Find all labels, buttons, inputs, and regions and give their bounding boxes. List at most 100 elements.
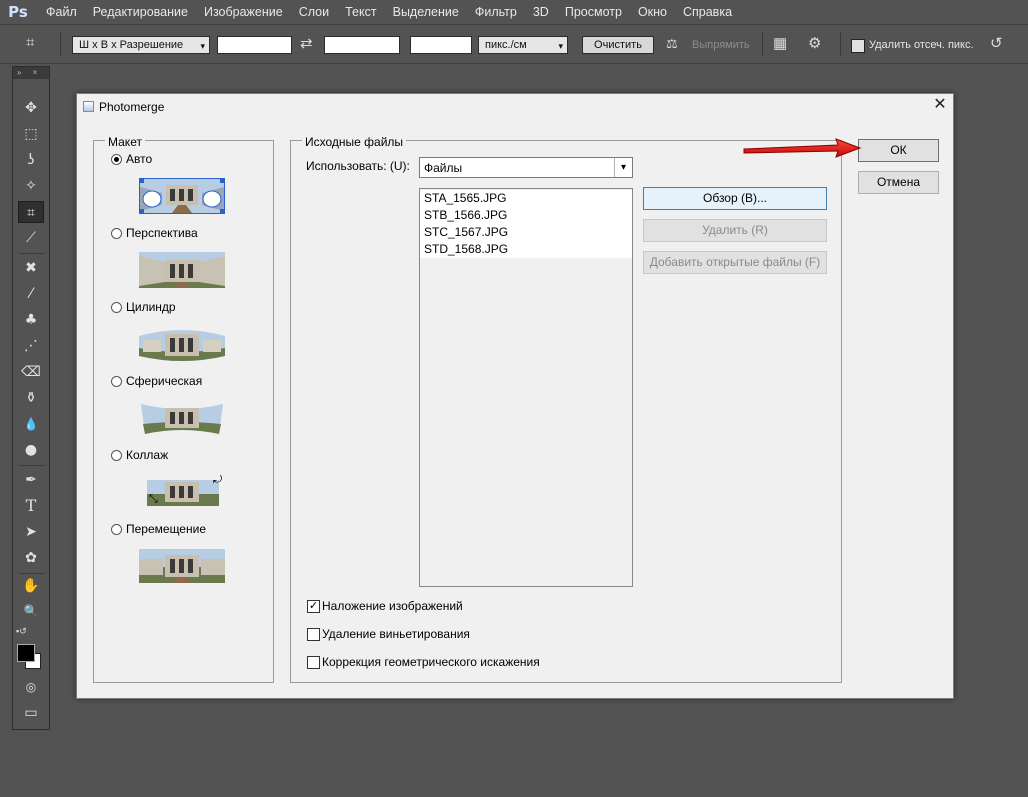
chevron-down-icon: ▾ <box>558 41 563 51</box>
custom-shape-icon[interactable]: ✿ <box>18 547 44 569</box>
delete-cropped-label: Удалить отсеч. пикс. <box>869 39 974 51</box>
blur-tool-icon[interactable]: 💧 <box>18 413 44 435</box>
layout-preview-perspective <box>139 252 225 288</box>
clear-button[interactable]: Очистить <box>582 36 654 54</box>
history-brush-icon[interactable]: ⋰ <box>18 335 44 357</box>
close-icon[interactable]: ✕ <box>932 97 948 113</box>
blend-images-checkbox[interactable]: ✓ <box>307 600 320 613</box>
annotation-arrow <box>743 138 862 158</box>
layout-radio-auto[interactable] <box>111 154 122 165</box>
menu-view[interactable]: Просмотр <box>557 0 630 24</box>
type-tool-icon[interactable]: T <box>18 495 44 517</box>
menu-edit[interactable]: Редактирование <box>85 0 196 24</box>
menu-3d[interactable]: 3D <box>525 0 557 24</box>
tools-panel-header[interactable]: » × <box>13 67 49 79</box>
layout-radio-collage[interactable] <box>111 450 122 461</box>
distortion-correction-label[interactable]: Коррекция геометрического искажения <box>322 655 540 669</box>
options-bar: ⌗ Ш x В x Разрешение ▾ ⇄ пикс./см ▾ Очис… <box>0 24 1028 64</box>
pen-tool-icon[interactable]: ✒ <box>18 469 44 491</box>
ok-button[interactable]: ОК <box>858 139 939 162</box>
vignette-removal-checkbox[interactable] <box>307 628 320 641</box>
chevron-down-icon[interactable]: ▾ <box>614 158 632 177</box>
layout-label-perspective[interactable]: Перспектива <box>126 226 198 240</box>
panorama-preview-image <box>140 179 224 213</box>
clone-stamp-icon[interactable]: ♣ <box>18 309 44 331</box>
quick-mask-icon[interactable]: ◎ <box>18 676 44 698</box>
layout-label-auto[interactable]: Авто <box>126 152 152 166</box>
browse-button[interactable]: Обзор (В)... <box>643 187 827 210</box>
eraser-tool-icon[interactable]: ⌫ <box>18 361 44 383</box>
straighten-button: Выпрямить <box>692 39 750 51</box>
crop-tool-icon[interactable]: ⌗ <box>18 201 44 223</box>
zoom-tool-icon[interactable]: 🔍 <box>18 600 44 622</box>
crop-width-input[interactable] <box>217 36 292 54</box>
menu-layers[interactable]: Слои <box>291 0 337 24</box>
tools-panel: » × ✥ ⬚ ʖ ✧ ⌗ ⟋ ✖ ⁄ ♣ ⋰ ⌫ ⚱ 💧 ● ✒ T ➤ ✿ … <box>12 66 50 730</box>
list-item[interactable]: STB_1566.JPG <box>420 207 632 224</box>
menu-file[interactable]: Файл <box>36 0 85 24</box>
cancel-button[interactable]: Отмена <box>858 171 939 194</box>
layout-preview-reposition <box>139 549 225 583</box>
layout-radio-reposition[interactable] <box>111 524 122 535</box>
layout-radio-cylinder[interactable] <box>111 302 122 313</box>
menu-select[interactable]: Выделение <box>385 0 467 24</box>
default-colors-icon[interactable]: ▪↺ <box>16 626 27 637</box>
menu-window[interactable]: Окно <box>630 0 675 24</box>
layout-preview-cylinder <box>139 326 225 362</box>
grid-overlay-icon[interactable]: ▦ <box>773 35 787 53</box>
panorama-preview-image <box>141 404 223 434</box>
brush-tool-icon[interactable]: ⁄ <box>18 283 44 305</box>
menu-filter[interactable]: Фильтр <box>467 0 525 24</box>
menu-image[interactable]: Изображение <box>196 0 291 24</box>
screen-mode-icon[interactable]: ▭ <box>18 702 44 724</box>
crop-height-input[interactable] <box>324 36 400 54</box>
list-item[interactable]: STC_1567.JPG <box>420 224 632 241</box>
use-select[interactable]: Файлы ▾ <box>419 157 633 178</box>
panorama-preview-image <box>139 330 225 361</box>
resolution-unit-select[interactable]: пикс./см ▾ <box>478 36 568 54</box>
crop-resolution-input[interactable] <box>410 36 472 54</box>
lasso-tool-icon[interactable]: ʖ <box>18 149 44 171</box>
crop-tool-icon[interactable]: ⌗ <box>26 34 34 52</box>
layout-preview-spherical <box>139 400 225 436</box>
layout-label-reposition[interactable]: Перемещение <box>126 522 206 536</box>
rotate-icon: ⤾ <box>213 474 223 486</box>
straighten-icon: ⚖ <box>666 36 678 51</box>
vignette-removal-label[interactable]: Удаление виньетирования <box>322 627 470 641</box>
source-files-list[interactable]: STA_1565.JPG STB_1566.JPG STC_1567.JPG S… <box>419 188 633 587</box>
magic-wand-icon[interactable]: ✧ <box>18 175 44 197</box>
layout-label-cylinder[interactable]: Цилиндр <box>126 300 176 314</box>
distortion-correction-checkbox[interactable] <box>307 656 320 669</box>
menu-help[interactable]: Справка <box>675 0 740 24</box>
photomerge-dialog: Photomerge ✕ Макет Авто Перспектива Цили… <box>76 93 954 699</box>
layout-radio-spherical[interactable] <box>111 376 122 387</box>
tools-divider <box>19 573 45 574</box>
crop-preset-select[interactable]: Ш x В x Разрешение ▾ <box>72 36 210 54</box>
move-tool-icon[interactable]: ✥ <box>18 97 44 119</box>
marquee-tool-icon[interactable]: ⬚ <box>18 123 44 145</box>
options-divider <box>762 32 763 56</box>
path-selection-icon[interactable]: ➤ <box>18 521 44 543</box>
dialog-title: Photomerge <box>99 100 165 114</box>
foreground-color-swatch[interactable] <box>17 644 35 662</box>
options-divider <box>60 32 61 56</box>
paint-bucket-icon[interactable]: ⚱ <box>18 387 44 409</box>
use-select-value: Файлы <box>424 161 463 175</box>
remove-button: Удалить (R) <box>643 219 827 242</box>
healing-brush-icon[interactable]: ✖ <box>18 257 44 279</box>
delete-cropped-checkbox[interactable] <box>851 39 865 53</box>
panorama-preview-image <box>139 256 225 288</box>
gear-icon[interactable]: ⚙ <box>808 35 821 53</box>
layout-label-spherical[interactable]: Сферическая <box>126 374 202 388</box>
dodge-tool-icon[interactable]: ● <box>18 439 44 461</box>
layout-radio-perspective[interactable] <box>111 228 122 239</box>
hand-tool-icon[interactable]: ✋ <box>18 575 44 597</box>
blend-images-label[interactable]: Наложение изображений <box>322 599 463 613</box>
list-item[interactable]: STD_1568.JPG <box>420 241 632 258</box>
eyedropper-icon[interactable]: ⟋ <box>18 227 44 249</box>
swap-icon[interactable]: ⇄ <box>300 35 313 53</box>
source-files-legend: Исходные файлы <box>302 135 407 149</box>
list-item[interactable]: STA_1565.JPG <box>420 190 632 207</box>
menu-type[interactable]: Текст <box>337 0 384 24</box>
layout-label-collage[interactable]: Коллаж <box>126 448 168 462</box>
